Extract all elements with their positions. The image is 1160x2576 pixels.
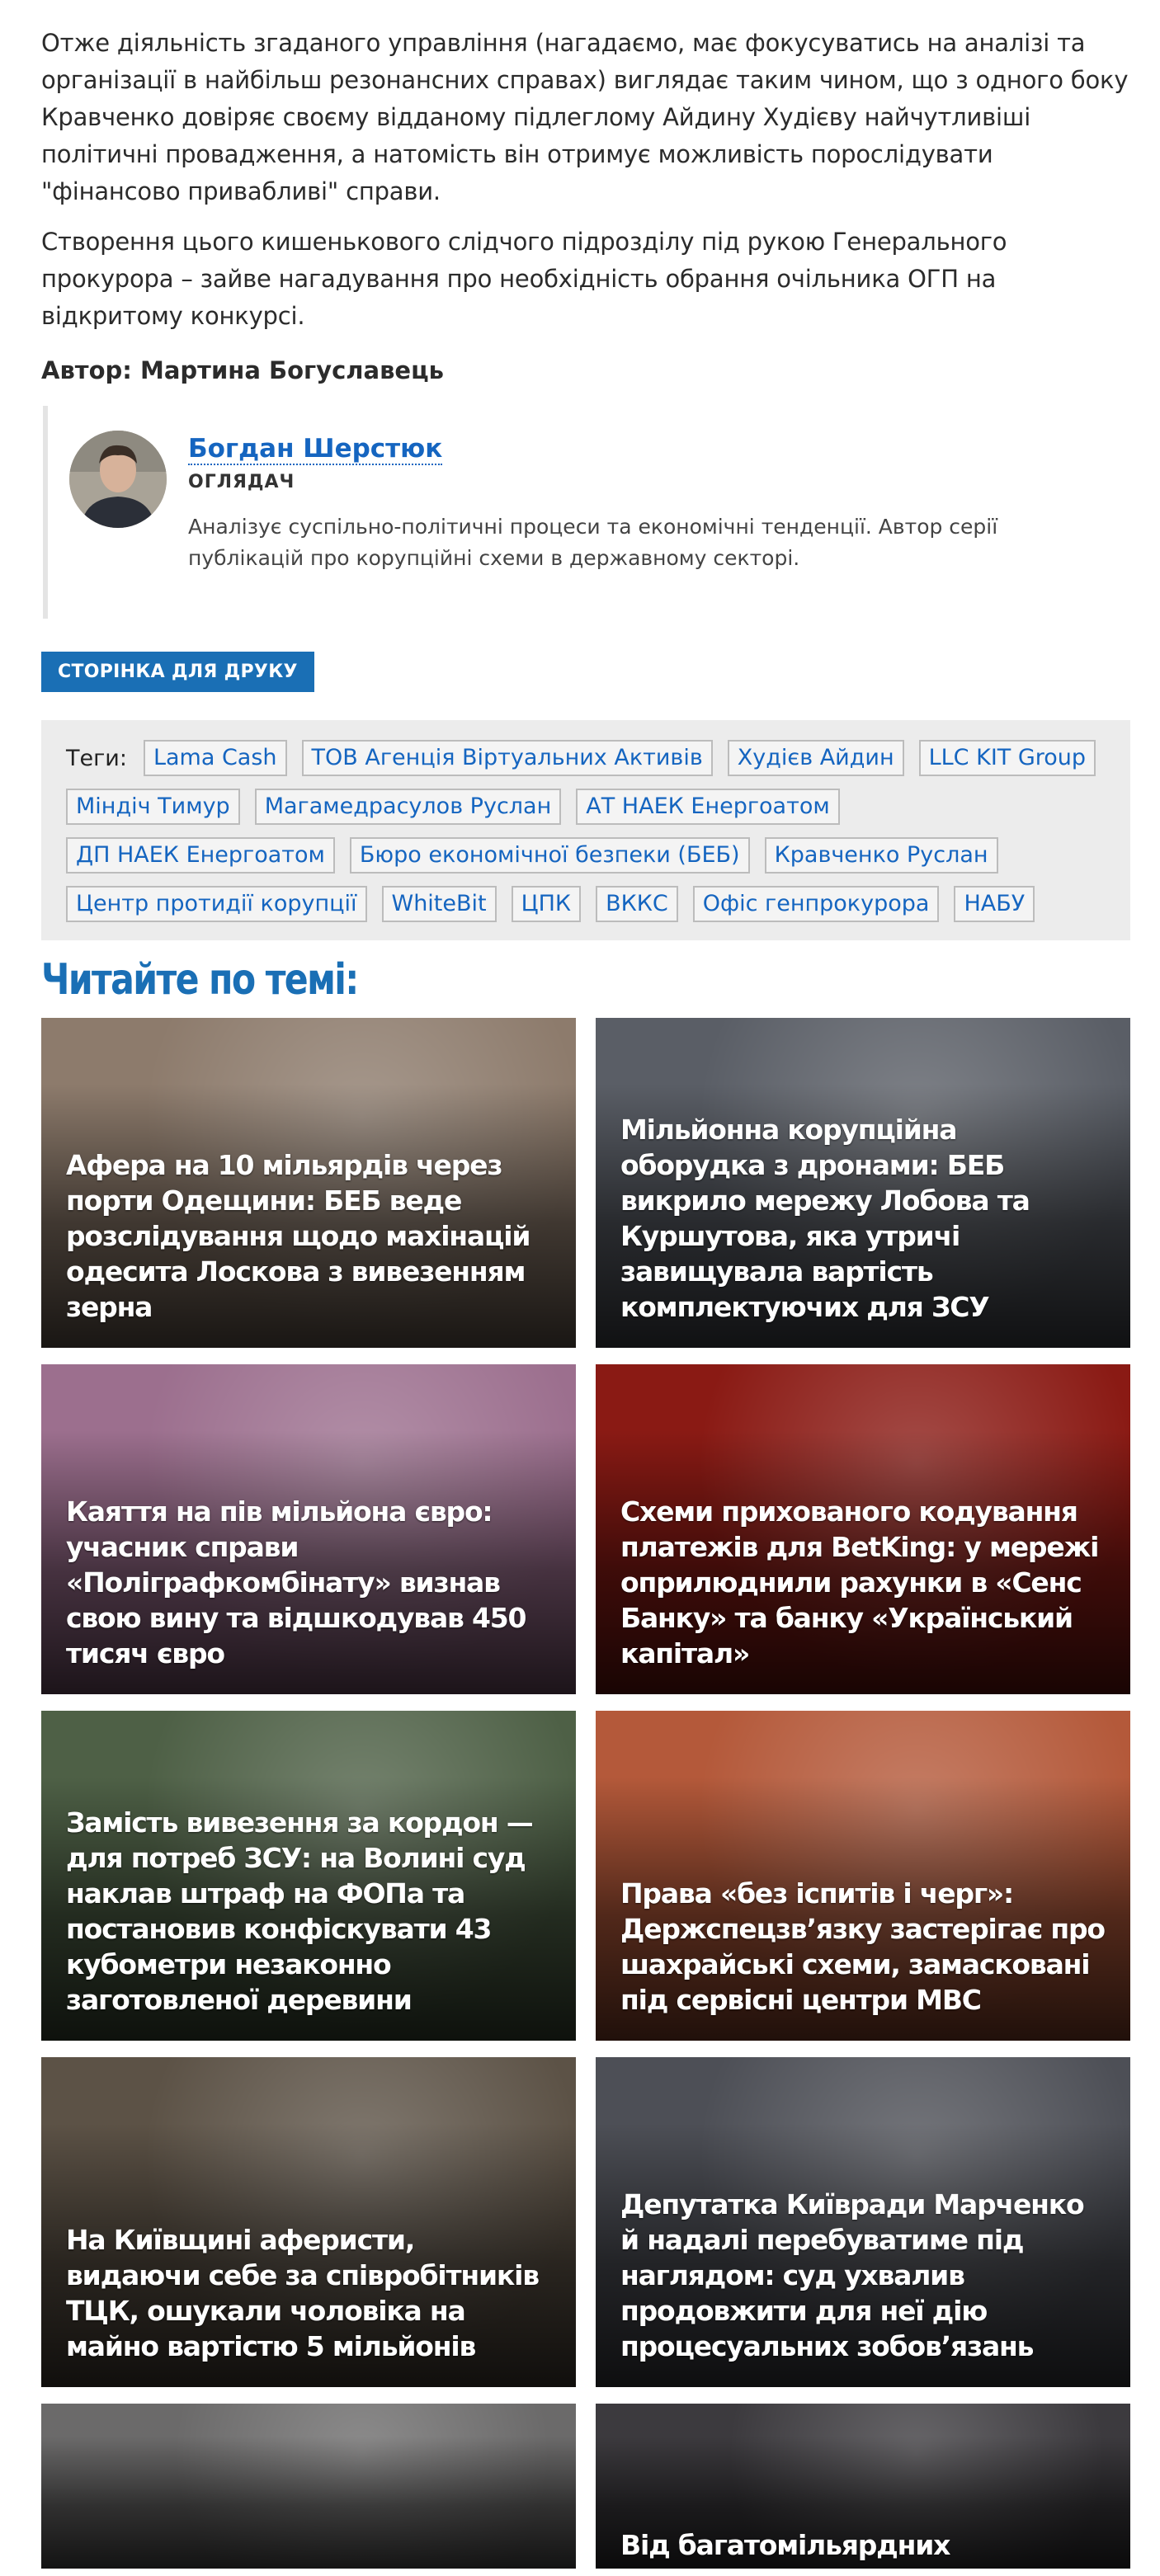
related-card[interactable]: Права «без іспитів і черг»: Держспецзв’я… <box>596 1711 1130 2041</box>
tag-link[interactable]: Lama Cash <box>143 740 287 776</box>
related-card[interactable]: Депутатка Київради Марченко й надалі пер… <box>596 2057 1130 2387</box>
article-author: Автор: Мартина Богуславець <box>41 356 444 384</box>
related-grid: Афера на 10 мільярдів через порти Одещин… <box>41 1018 1130 2569</box>
tag-link[interactable]: ВККС <box>596 886 678 922</box>
person-photo-icon <box>69 431 167 528</box>
tag-link[interactable]: ТОВ Агенція Віртуальних Активів <box>301 740 713 776</box>
tag-link[interactable]: Офіс генпрокурора <box>692 886 940 922</box>
tag-link[interactable]: Кравченко Руслан <box>764 837 998 874</box>
tag-link[interactable]: Магамедрасулов Руслан <box>254 789 562 825</box>
tags-label: Теги: <box>66 745 127 771</box>
related-card[interactable] <box>41 2404 576 2569</box>
related-card[interactable]: Афера на 10 мільярдів через порти Одещин… <box>41 1018 576 1348</box>
card-title[interactable]: На Київщині аферисти, видаючи себе за сп… <box>66 2222 553 2364</box>
article-paragraph: Створення цього кишенькового слідчого пі… <box>41 228 1007 330</box>
card-title[interactable]: Депутатка Київради Марченко й надалі пер… <box>620 2187 1107 2364</box>
avatar <box>69 431 167 528</box>
tag-link[interactable]: WhiteBit <box>381 886 497 922</box>
related-card[interactable]: Мільйонна корупційна оборудка з дронами:… <box>596 1018 1130 1348</box>
card-title[interactable]: Права «без іспитів і черг»: Держспецзв’я… <box>620 1876 1107 2018</box>
article-paragraph: Отже діяльність згаданого управління (на… <box>41 29 1129 205</box>
related-card[interactable]: Від багатомільярдних <box>596 2404 1130 2569</box>
related-card[interactable]: На Київщині аферисти, видаючи себе за сп… <box>41 2057 576 2387</box>
print-page-button[interactable]: СТОРІНКА ДЛЯ ДРУКУ <box>41 652 314 692</box>
tags-box: Теги: Lama Cash ТОВ Агенція Віртуальних … <box>41 720 1130 940</box>
card-title[interactable]: Замість вивезення за кордон — для потреб… <box>66 1805 553 2018</box>
tag-link[interactable]: ДП НАЕК Енергоатом <box>66 837 335 874</box>
tags-list: Теги: Lama Cash ТОВ Агенція Віртуальних … <box>66 740 1107 922</box>
related-card[interactable]: Замість вивезення за кордон — для потреб… <box>41 1711 576 2041</box>
card-title[interactable]: Схеми прихованого кодування платежів для… <box>620 1494 1107 1671</box>
tag-link[interactable]: АТ НАЕК Енергоатом <box>576 789 840 825</box>
related-card[interactable]: Каяття на пів мільйона євро: учасник спр… <box>41 1364 576 1694</box>
related-heading: Читайте по темі: <box>41 955 359 1005</box>
tag-link[interactable]: Міндіч Тимур <box>66 789 240 825</box>
tag-link[interactable]: ЦПК <box>511 886 582 922</box>
author-card: Богдан Шерстюк ОГЛЯДАЧ Аналізує суспільн… <box>43 406 1130 619</box>
tag-link[interactable]: НАБУ <box>954 886 1035 922</box>
related-card[interactable]: Схеми прихованого кодування платежів для… <box>596 1364 1130 1694</box>
tag-link[interactable]: Центр протидії корупції <box>66 886 367 922</box>
tag-link[interactable]: Худієв Айдин <box>727 740 904 776</box>
author-bio: Аналізує суспільно-політичні процеси та … <box>188 515 998 570</box>
author-name-link[interactable]: Богдан Шерстюк <box>188 434 443 465</box>
tag-link[interactable]: Бюро економічної безпеки (БЕБ) <box>349 837 750 874</box>
card-title[interactable]: Від багатомільярдних <box>620 2527 1107 2563</box>
tag-link[interactable]: LLC KIT Group <box>918 740 1096 776</box>
card-title[interactable]: Каяття на пів мільйона євро: учасник спр… <box>66 1494 553 1671</box>
author-role: ОГЛЯДАЧ <box>188 472 295 492</box>
card-title[interactable]: Мільйонна корупційна оборудка з дронами:… <box>620 1112 1107 1325</box>
card-title[interactable]: Афера на 10 мільярдів через порти Одещин… <box>66 1147 553 1325</box>
article-tail: Отже діяльність згаданого управління (на… <box>41 0 1130 2569</box>
